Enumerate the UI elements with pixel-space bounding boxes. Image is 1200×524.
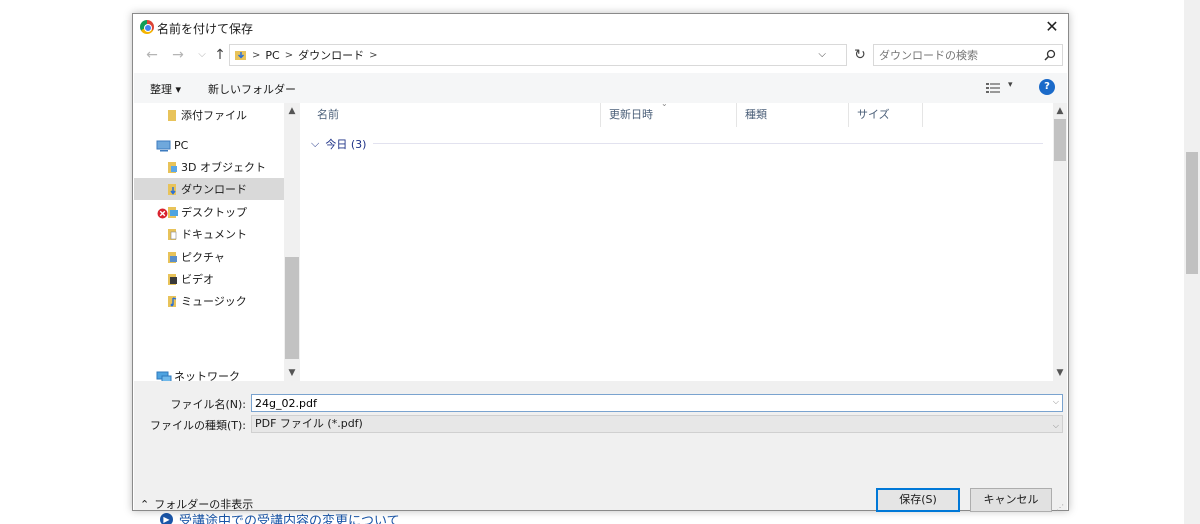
error-badge-icon	[157, 208, 168, 219]
refresh-icon[interactable]: ↻	[851, 45, 869, 65]
nav-item-pc[interactable]: PC	[134, 134, 284, 156]
file-list-pane: 名前 ⌄ 更新日時 種類 サイズ ⌵ 今日 (3)	[301, 99, 1053, 381]
group-divider	[373, 143, 1043, 144]
hide-folders-label: フォルダーの非表示	[154, 498, 254, 511]
group-header-today[interactable]: ⌵ 今日 (3)	[311, 136, 366, 152]
save-button[interactable]: 保存(S)	[876, 488, 960, 512]
breadcrumb-separator: >	[252, 49, 261, 61]
videos-icon	[168, 273, 177, 285]
nav-item-downloads[interactable]: ダウンロード	[134, 178, 284, 200]
forward-arrow-icon[interactable]: →	[169, 46, 187, 64]
pc-icon	[156, 140, 171, 151]
resize-grip-icon[interactable]: ⋰	[1056, 503, 1066, 513]
file-scroll-thumb[interactable]	[1054, 119, 1066, 161]
up-arrow-icon[interactable]: ↑	[211, 46, 229, 64]
back-arrow-icon[interactable]: ←	[143, 46, 161, 64]
view-dropdown-icon[interactable]: ▾	[1008, 80, 1013, 90]
file-list-scrollbar[interactable]: ▲ ▼	[1053, 103, 1067, 381]
play-icon: ▶	[160, 512, 173, 524]
nav-item-documents[interactable]: ドキュメント	[134, 223, 284, 245]
downloads-icon	[168, 183, 176, 195]
filetype-select[interactable]: PDF ファイル (*.pdf) ⌵	[251, 415, 1063, 433]
breadcrumb-pc[interactable]: PC	[265, 49, 279, 62]
chevron-down-icon[interactable]: ⌵	[311, 137, 319, 151]
save-options-panel: ファイル名(N): ⌵ ファイルの種類(T): PDF ファイル (*.pdf)…	[134, 381, 1067, 513]
filetype-label: ファイルの種類(T):	[149, 419, 246, 432]
music-icon	[168, 295, 177, 307]
nav-item-pictures[interactable]: ピクチャ	[134, 246, 284, 268]
view-options-icon[interactable]	[986, 82, 1000, 94]
3d-objects-icon	[168, 161, 177, 173]
column-header-name[interactable]: 名前	[309, 103, 601, 127]
page-scrollbar-thumb[interactable]	[1186, 152, 1198, 274]
background-link[interactable]: ▶ 受講途中での受講内容の変更について	[160, 512, 400, 524]
column-header-size[interactable]: サイズ	[849, 103, 923, 127]
chevron-down-icon[interactable]: ⌵	[818, 49, 826, 60]
filename-label: ファイル名(N):	[170, 398, 246, 411]
filetype-value: PDF ファイル (*.pdf)	[255, 417, 363, 430]
close-button[interactable]: ✕	[1039, 16, 1065, 38]
filename-input[interactable]	[252, 395, 1042, 411]
group-label: 今日 (3)	[325, 138, 367, 151]
breadcrumb-separator: >	[284, 49, 294, 61]
folder-icon	[168, 109, 176, 121]
downloads-folder-icon	[235, 51, 246, 60]
command-toolbar: 整理 ▾ 新しいフォルダー ▾ ?	[134, 73, 1067, 103]
nav-item-attachments[interactable]: 添付ファイル	[134, 104, 284, 126]
breadcrumb-downloads[interactable]: ダウンロード	[298, 47, 364, 63]
nav-scroll-thumb[interactable]	[285, 257, 299, 359]
navigation-pane: 添付ファイル PC 3D オブジェクト ダウンロード デスクトップ ドキュメント…	[134, 103, 284, 383]
nav-item-music[interactable]: ミュージック	[134, 290, 284, 312]
search-input[interactable]	[874, 45, 1039, 65]
dialog-title: 名前を付けて保存	[157, 22, 254, 36]
dialog-titlebar: 名前を付けて保存 ✕	[133, 14, 1068, 40]
scroll-up-icon[interactable]: ▲	[284, 103, 300, 119]
recent-locations-icon[interactable]: ⌵	[193, 46, 211, 64]
save-as-dialog: 名前を付けて保存 ✕ ← → ⌵ ↑ > PC > ダウンロード > ⌵ ↻ 整…	[132, 13, 1069, 513]
new-folder-button[interactable]: 新しいフォルダー	[208, 81, 296, 97]
documents-icon	[168, 228, 177, 240]
pictures-icon	[168, 251, 177, 263]
filename-field[interactable]: ⌵	[251, 394, 1063, 412]
column-header-type[interactable]: 種類	[737, 103, 849, 127]
cancel-button[interactable]: キャンセル	[970, 488, 1052, 512]
breadcrumb-separator: >	[369, 49, 378, 61]
scroll-down-icon[interactable]: ▼	[1053, 365, 1067, 381]
organize-button[interactable]: 整理 ▾	[150, 81, 181, 97]
chevron-down-icon[interactable]: ⌵	[1053, 397, 1059, 407]
scroll-down-icon[interactable]: ▼	[284, 365, 300, 381]
nav-item-desktop[interactable]: デスクトップ	[134, 201, 284, 223]
nav-item-3d-objects[interactable]: 3D オブジェクト	[134, 156, 284, 178]
chevron-up-icon: ⌃	[140, 497, 150, 511]
help-icon[interactable]: ?	[1039, 79, 1055, 95]
search-icon[interactable]	[1044, 49, 1056, 61]
nav-item-videos[interactable]: ビデオ	[134, 268, 284, 290]
nav-pane-scrollbar[interactable]: ▲ ▼	[284, 103, 300, 381]
search-box[interactable]	[873, 44, 1063, 66]
chrome-icon	[140, 20, 154, 34]
column-header-date[interactable]: 更新日時	[601, 103, 737, 127]
chevron-down-icon[interactable]: ⌵	[1053, 418, 1059, 434]
address-bar[interactable]: > PC > ダウンロード > ⌵	[229, 44, 847, 66]
scroll-up-icon[interactable]: ▲	[1053, 103, 1067, 119]
hide-folders-toggle[interactable]: ⌃ フォルダーの非表示	[140, 496, 253, 512]
